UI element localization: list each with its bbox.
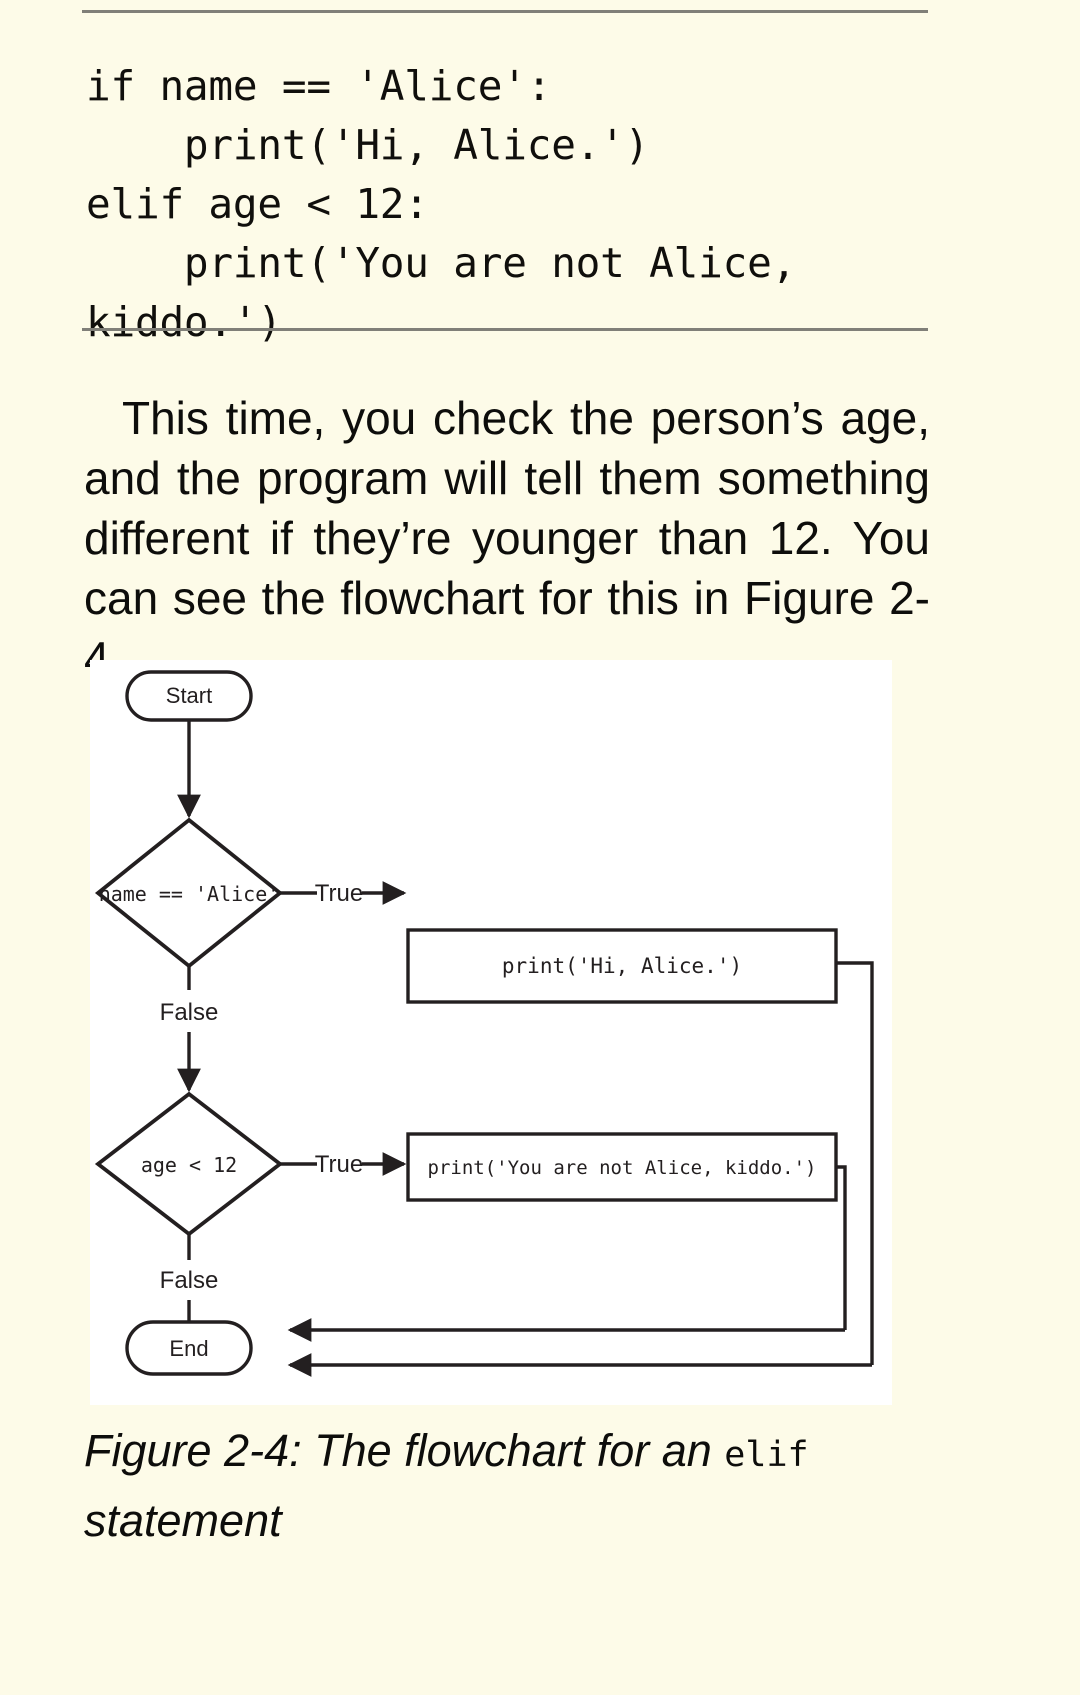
edge-label-decision2-false: False bbox=[160, 1267, 219, 1294]
figure-caption-code: elif bbox=[724, 1435, 809, 1475]
end-node-label: End bbox=[169, 1336, 208, 1361]
figure-caption-tail: statement bbox=[84, 1495, 282, 1546]
figure-caption-main: Figure 2-4: The flowchart for an bbox=[84, 1425, 725, 1476]
figure-2-4-panel: Start name == 'Alice' True print('Hi, Al… bbox=[90, 660, 892, 1405]
edge-label-decision1-false: False bbox=[160, 999, 219, 1026]
code-listing: if name == 'Alice': print('Hi, Alice.') … bbox=[86, 62, 797, 346]
decision1-label: name == 'Alice' bbox=[99, 882, 280, 906]
edge-process1-to-end bbox=[836, 961, 874, 1365]
code-block-top-rule bbox=[82, 10, 928, 13]
decision2-label: age < 12 bbox=[141, 1153, 237, 1177]
book-page: if name == 'Alice': print('Hi, Alice.') … bbox=[0, 0, 1080, 1695]
edge-label-decision1-true: True bbox=[315, 880, 363, 907]
edge-label-decision2-true: True bbox=[315, 1151, 363, 1178]
process1-label: print('Hi, Alice.') bbox=[502, 954, 742, 978]
code-block-bottom-rule bbox=[82, 328, 928, 331]
body-paragraph: This time, you check the person’s age, a… bbox=[84, 392, 930, 684]
flowchart-diagram: Start name == 'Alice' True print('Hi, Al… bbox=[94, 670, 874, 1377]
process2-label: print('You are not Alice, kiddo.') bbox=[428, 1157, 817, 1179]
figure-caption: Figure 2-4: The flowchart for an elif st… bbox=[84, 1418, 964, 1554]
start-node-label: Start bbox=[166, 683, 212, 708]
